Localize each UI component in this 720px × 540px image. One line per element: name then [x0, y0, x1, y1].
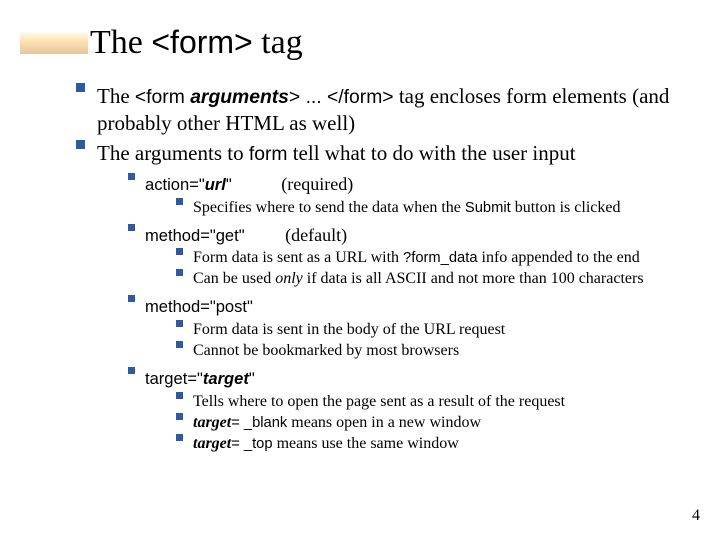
text: Cannot be bookmarked by most browsers	[193, 341, 720, 361]
text: button is clicked	[511, 199, 621, 216]
text-code: <form	[135, 87, 190, 108]
list-item: target= _top means use the same window	[176, 434, 720, 454]
bullet-icon	[176, 434, 183, 441]
bullet-icon	[128, 367, 135, 374]
bullet-icon	[176, 269, 183, 276]
list-item: Cannot be bookmarked by most browsers	[176, 341, 720, 361]
list-item: method="get" (default)	[128, 224, 720, 247]
bullets-level3: Specifies where to send the data when th…	[176, 198, 720, 218]
text-italic: only	[275, 270, 303, 287]
list-item: Form data is sent in the body of the URL…	[176, 320, 720, 340]
text-code: = _top	[231, 436, 272, 452]
text-bold-italic: target	[193, 414, 231, 431]
text: Form data is sent in the body of the URL…	[193, 320, 720, 340]
text-code: action="	[145, 175, 205, 194]
list-item: method="post"	[128, 295, 720, 318]
text: means use the same window	[273, 435, 459, 452]
bullet-icon	[176, 198, 183, 205]
text-code-arg: target	[203, 369, 249, 388]
text: tell what to do with the user input	[287, 141, 575, 165]
bullet-icon	[176, 413, 183, 420]
title-accent-bar	[20, 32, 88, 54]
bullets-level2: action="url" (required)	[128, 173, 720, 196]
text: The arguments to	[97, 141, 249, 165]
bullets-level3: Tells where to open the page sent as a r…	[176, 392, 720, 454]
text-code: "	[226, 175, 232, 194]
bullet-icon	[128, 224, 135, 231]
list-item: target="target"	[128, 367, 720, 390]
text-code: > ... </form>	[289, 87, 394, 108]
bullet-icon	[176, 341, 183, 348]
list-item: Specifies where to send the data when th…	[176, 198, 720, 218]
bullets-level3: Form data is sent as a URL with ?form_da…	[176, 248, 720, 289]
slide-number: 4	[692, 506, 700, 526]
bullets-level3: Form data is sent in the body of the URL…	[176, 320, 720, 361]
bullet-icon	[176, 392, 183, 399]
text-code: Submit	[465, 200, 511, 216]
list-item: The arguments to form tell what to do wi…	[76, 140, 720, 167]
text-code: ?form_data	[403, 250, 477, 266]
text-code: = _blank	[231, 415, 287, 431]
bullet-icon	[176, 248, 183, 255]
title-text-post: tag	[253, 24, 303, 61]
bullets-level2: method="get" (default)	[128, 224, 720, 247]
text: The	[97, 84, 135, 108]
bullet-icon	[128, 295, 135, 302]
text-code: "	[249, 369, 255, 388]
text-code: method="post"	[145, 297, 253, 316]
text: Can be used	[193, 270, 275, 287]
list-item: Can be used only if data is all ASCII an…	[176, 269, 720, 289]
title-text-pre: The	[90, 24, 151, 61]
bullet-icon	[128, 173, 135, 180]
text-code: target="	[145, 369, 203, 388]
list-item: action="url" (required)	[128, 173, 720, 196]
list-item: Tells where to open the page sent as a r…	[176, 392, 720, 412]
text-code-arg: url	[205, 175, 226, 194]
bullets-level2: method="post"	[128, 295, 720, 318]
list-item: The <form arguments> ... </form> tag enc…	[76, 83, 720, 136]
bullets-level2: target="target"	[128, 367, 720, 390]
bullet-icon	[76, 83, 85, 92]
bullet-icon	[176, 320, 183, 327]
text: Tells where to open the page sent as a r…	[193, 392, 720, 412]
list-item: Form data is sent as a URL with ?form_da…	[176, 248, 720, 268]
text-note: (required)	[281, 174, 353, 194]
bullet-icon	[76, 140, 85, 149]
bullets-level1: The <form arguments> ... </form> tag enc…	[76, 83, 720, 168]
text: info appended to the end	[478, 249, 640, 266]
text-code: method="get"	[145, 226, 245, 245]
title-code: <form>	[151, 24, 252, 60]
text-code-arg: arguments	[190, 87, 289, 108]
text-code: form	[249, 144, 288, 165]
text: means open in a new window	[287, 414, 481, 431]
text: Form data is sent as a URL with	[193, 249, 403, 266]
text-note: (default)	[285, 225, 347, 245]
slide-title: The <form> tag	[0, 0, 720, 65]
text: if data is all ASCII and not more than 1…	[303, 270, 644, 287]
text-bold-italic: target	[193, 435, 231, 452]
text: Specifies where to send the data when th…	[193, 199, 465, 216]
list-item: target= _blank means open in a new windo…	[176, 413, 720, 433]
